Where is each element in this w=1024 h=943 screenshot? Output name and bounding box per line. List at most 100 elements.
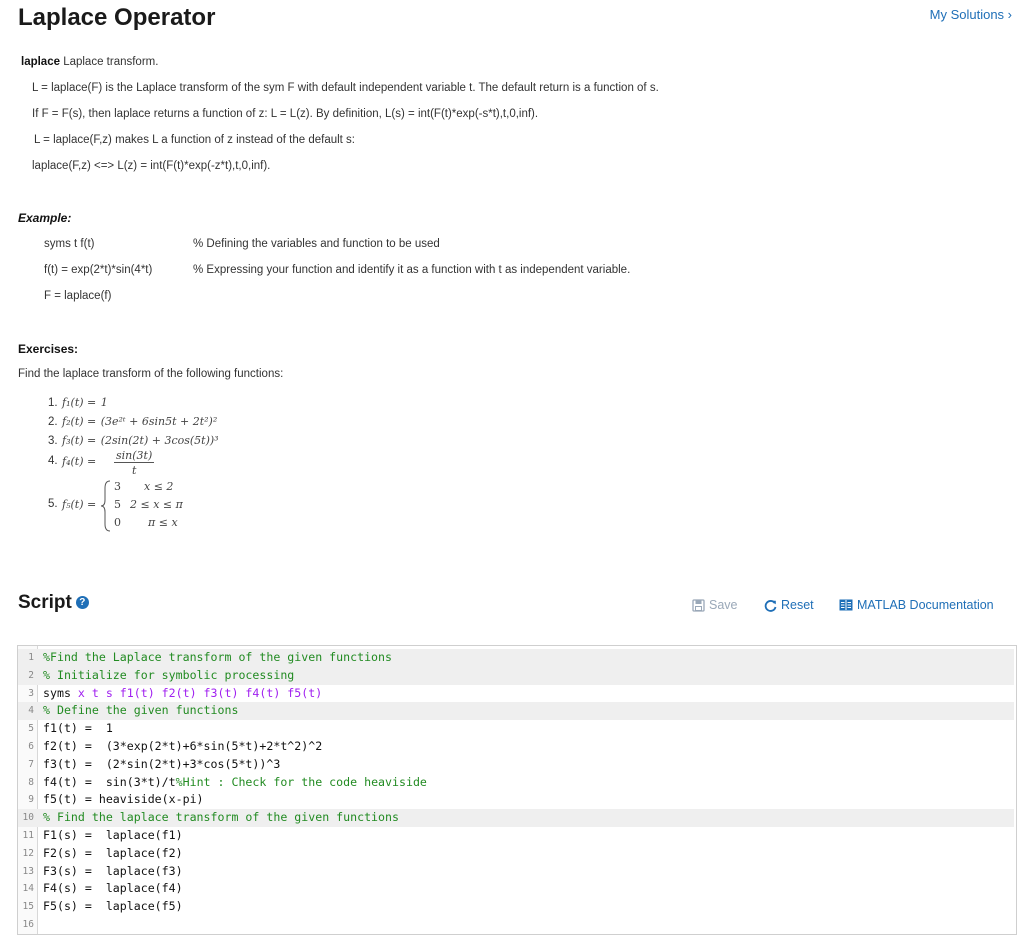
fraction-numerator: sin(3t) [114, 449, 155, 463]
exercise-lhs: f₄(t) = [62, 455, 97, 468]
line-number: 2 [28, 669, 34, 681]
case-value-3: 0 [114, 516, 121, 529]
exercise-rhs: (3e²ᵗ + 6sin5t + 2t²)² [100, 415, 218, 428]
description-line-4: L = laplace(F,z) makes L a function of z… [34, 134, 356, 146]
help-icon[interactable]: ? [75, 596, 89, 610]
exercise-lhs: f₅(t) = [62, 498, 97, 511]
exercise-number: 4. [48, 455, 58, 467]
code-line[interactable]: 11 F1(s) = laplace(f1) [18, 827, 1014, 845]
code-editor[interactable]: 1 %Find the Laplace transform of the giv… [17, 645, 1017, 935]
example-heading: Example: [18, 211, 72, 225]
description-line-2: L = laplace(F) is the Laplace transform … [32, 82, 659, 94]
code-line[interactable]: 3 syms x t s f1(t) f2(t) f3(t) f4(t) f5(… [18, 685, 1014, 703]
code-statement: f4(t) = sin(3*t)/t [43, 774, 176, 789]
code-args: x t s f1(t) f2(t) f3(t) f4(t) f5(t) [77, 685, 323, 700]
example-code-2: f(t) = exp(2*t)*sin(4*t) [44, 264, 153, 276]
my-solutions-link[interactable]: My Solutions › [930, 7, 1012, 22]
exercise-5: 5. f₅(t) = 3 x ≤ 2 5 2 ≤ x ≤ π 0 π ≤ x [48, 478, 208, 534]
exercise-number: 3. [48, 435, 58, 447]
exercise-2: 2. f₂(t) = (3e²ᵗ + 6sin5t + 2t²)² [48, 412, 217, 430]
example-comment-2: % Expressing your function and identify … [193, 264, 631, 276]
code-line[interactable]: 15 F5(s) = laplace(f5) [18, 898, 1014, 916]
code-text: f2(t) = (3*exp(2*t)+6*sin(5*t)+2*t^2)^2 [43, 739, 323, 753]
exercises-heading: Exercises: [18, 342, 79, 356]
code-line[interactable]: 13 F3(s) = laplace(f3) [18, 863, 1014, 881]
piecewise-brace-icon [101, 480, 111, 532]
case-condition-3: π ≤ x [148, 516, 178, 529]
code-text: f5(t) = heaviside(x-pi) [43, 792, 204, 807]
fraction-denominator: t [132, 464, 137, 477]
save-label: Save [709, 598, 738, 612]
exercise-lhs: f₃(t) = [62, 434, 97, 447]
save-button[interactable]: Save [692, 598, 738, 612]
matlab-documentation-link[interactable]: MATLAB Documentation [839, 598, 994, 612]
exercise-rhs: (2sin(2t) + 3cos(5t))³ [100, 434, 219, 447]
page-title: Laplace Operator [18, 4, 216, 31]
description-line-1: laplace Laplace transform. [21, 56, 158, 68]
line-number: 9 [28, 794, 34, 806]
reset-label: Reset [781, 598, 814, 612]
line-number: 13 [22, 865, 34, 877]
exercise-number: 5. [48, 498, 58, 510]
code-text: syms x t s f1(t) f2(t) f3(t) f4(t) f5(t) [43, 685, 322, 703]
code-text: F3(s) = laplace(f3) [43, 863, 183, 878]
case-value-2: 5 [114, 498, 121, 511]
script-heading: Script? [18, 592, 89, 614]
code-line[interactable]: 16 [18, 916, 1014, 934]
code-text: % Find the laplace transform of the give… [43, 810, 399, 825]
code-text: F5(s) = laplace(f5) [43, 899, 183, 914]
code-line[interactable]: 1 %Find the Laplace transform of the giv… [18, 649, 1014, 667]
line-number: 6 [28, 741, 34, 752]
example-code-1: syms t f(t) [44, 238, 95, 250]
exercise-1: 1. f₁(t) = 1 [48, 393, 108, 411]
line-number: 8 [28, 776, 34, 788]
exercise-number: 1. [48, 397, 58, 409]
code-line[interactable]: 9 f5(t) = heaviside(x-pi) [18, 791, 1014, 809]
code-line[interactable]: 2 % Initialize for symbolic processing [18, 666, 1014, 685]
exercise-lhs: f₁(t) = [62, 396, 97, 409]
code-line[interactable]: 6 f2(t) = (3*exp(2*t)+6*sin(5*t)+2*t^2)^… [18, 738, 1014, 756]
exercise-lhs: f₂(t) = [62, 415, 97, 428]
line-number: 3 [28, 687, 34, 699]
reset-button[interactable]: Reset [764, 598, 814, 612]
documentation-book-icon [839, 599, 853, 611]
code-text: % Initialize for symbolic processing [43, 667, 295, 682]
line-number: 14 [22, 883, 34, 895]
code-line[interactable]: 14 F4(s) = laplace(f4) [18, 880, 1014, 898]
code-line[interactable]: 5 f1(t) = 1 [18, 720, 1014, 738]
exercise-rhs: 1 [100, 396, 108, 409]
exercise-number: 2. [48, 416, 58, 428]
code-text: f4(t) = sin(3*t)/t%Hint : Check for the … [43, 774, 427, 792]
reset-icon [764, 599, 777, 612]
line-number: 12 [22, 847, 34, 859]
line-number: 15 [22, 901, 34, 913]
code-text: %Find the Laplace transform of the given… [43, 650, 393, 664]
description-line-5: laplace(F,z) <=> L(z) = int(F(t)*exp(-z*… [32, 160, 271, 172]
code-text: f1(t) = 1 [43, 721, 113, 736]
exercises-intro: Find the laplace transform of the follow… [18, 368, 284, 380]
save-icon [692, 598, 705, 612]
code-text: f3(t) = (2*sin(2*t)+3*cos(5*t))^3 [43, 756, 281, 771]
exercise-3: 3. f₃(t) = (2sin(2t) + 3cos(5t))³ [48, 431, 219, 449]
line-number: 4 [28, 705, 34, 717]
script-heading-label: Script [18, 592, 72, 613]
code-text: F1(s) = laplace(f1) [43, 828, 183, 842]
code-line[interactable]: 10 % Find the laplace transform of the g… [18, 809, 1014, 827]
code-line[interactable]: 12 F2(s) = laplace(f2) [18, 845, 1014, 863]
code-line[interactable]: 4 % Define the given functions [18, 702, 1014, 721]
line-number: 1 [28, 652, 34, 663]
line-number: 11 [22, 830, 34, 841]
case-condition-2: 2 ≤ x ≤ π [130, 498, 183, 511]
documentation-label: MATLAB Documentation [857, 598, 994, 612]
code-line[interactable]: 8 f4(t) = sin(3*t)/t%Hint : Check for th… [18, 774, 1014, 792]
line-number: 7 [28, 758, 34, 770]
description-line-1-rest: Laplace transform. [60, 56, 159, 68]
description-line-3: If F = F(s), then laplace returns a func… [32, 108, 539, 120]
laplace-keyword: laplace [21, 56, 60, 68]
case-value-1: 3 [114, 480, 121, 493]
line-number: 5 [28, 723, 34, 735]
code-text: F4(s) = laplace(f4) [43, 881, 183, 896]
example-comment-1: % Defining the variables and function to… [193, 238, 440, 250]
code-line[interactable]: 7 f3(t) = (2*sin(2*t)+3*cos(5*t))^3 [18, 756, 1014, 774]
line-number: 10 [22, 812, 34, 824]
